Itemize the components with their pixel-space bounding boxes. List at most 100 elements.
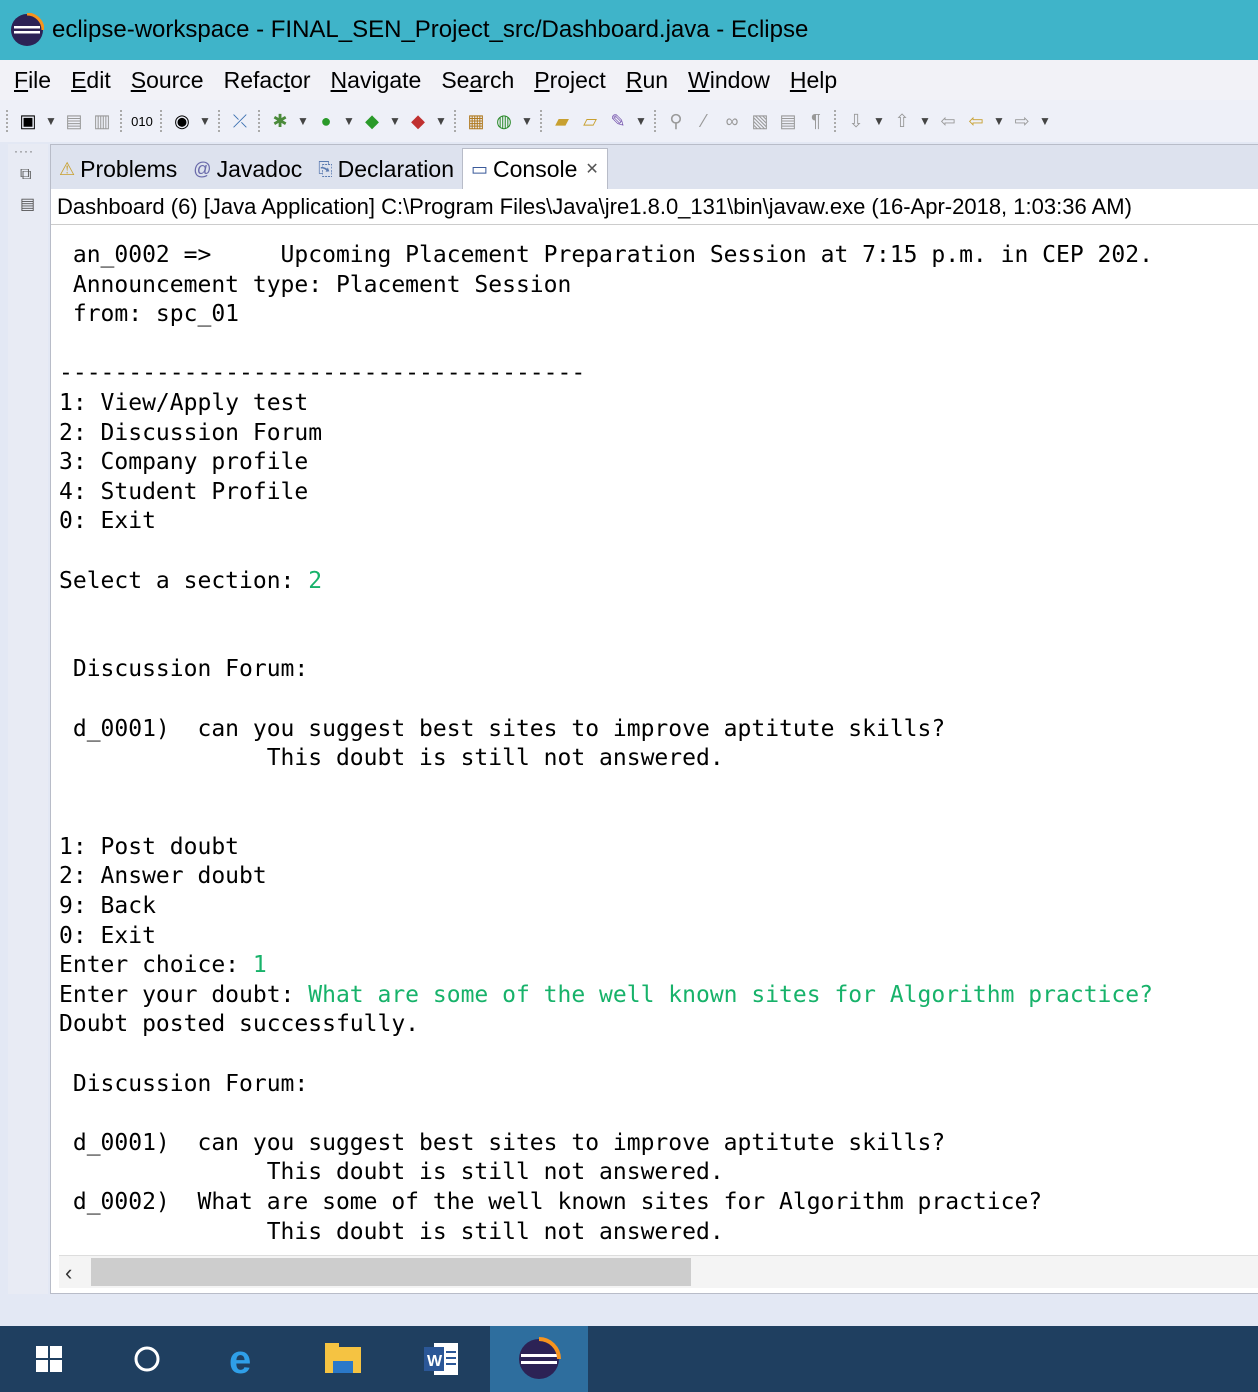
svg-text:e: e: [229, 1339, 251, 1379]
menu-navigate[interactable]: Navigate: [331, 67, 422, 94]
last-edit-location-icon[interactable]: ⇦: [936, 109, 960, 133]
console-line: 1: View/Apply test: [59, 389, 1258, 419]
tab-console[interactable]: ▭ Console ✕: [462, 148, 608, 189]
restore-icon[interactable]: ⧉: [20, 166, 40, 186]
drag-handle-icon[interactable]: ····: [14, 144, 48, 158]
search-button[interactable]: [98, 1326, 196, 1392]
console-line: 4: Student Profile: [59, 478, 1258, 508]
chevron-down-icon[interactable]: ▼: [918, 109, 932, 133]
console-line: --------------------------------------: [59, 359, 1258, 389]
console-text: from: spc_01: [59, 301, 240, 328]
chevron-down-icon[interactable]: ▼: [198, 109, 212, 133]
forward-icon[interactable]: ⇨: [1010, 109, 1034, 133]
declaration-icon: ⎘: [318, 158, 333, 179]
save-icon[interactable]: ▤: [62, 109, 86, 133]
paragraph-icon[interactable]: ¶: [804, 109, 828, 133]
console-line: Discussion Forum:: [59, 655, 1258, 685]
toolbar-separator: [120, 110, 126, 132]
package-explorer-icon[interactable]: ▤: [20, 194, 40, 214]
svg-text:W: W: [427, 1353, 443, 1370]
chevron-down-icon[interactable]: ▼: [434, 109, 448, 133]
scroll-left-icon[interactable]: ‹: [65, 1260, 72, 1286]
menu-run[interactable]: Run: [626, 67, 668, 94]
chevron-down-icon[interactable]: ▼: [1038, 109, 1052, 133]
new-icon[interactable]: ▣: [16, 109, 40, 133]
show-whitespace-icon[interactable]: ▧: [748, 109, 772, 133]
console-view-panel: ⚠ Problems @ Javadoc ⎘ Declaration ▭ Console ✕ D…: [50, 144, 1258, 1294]
debug-icon[interactable]: ✱: [268, 109, 292, 133]
console-output[interactable]: an_0002 => Upcoming Placement Preparatio…: [59, 241, 1258, 1253]
eclipse-taskbar-button[interactable]: [490, 1326, 588, 1392]
tab-declaration[interactable]: ⎘ Declaration: [310, 149, 462, 189]
save-all-icon[interactable]: ▥: [90, 109, 114, 133]
scrollbar-thumb[interactable]: [91, 1258, 691, 1286]
menu-search[interactable]: Search: [441, 67, 514, 94]
file-explorer-button[interactable]: [294, 1326, 392, 1392]
tab-label: Problems: [80, 155, 178, 182]
chevron-down-icon[interactable]: ▼: [44, 109, 58, 133]
console-text: Select a section:: [59, 567, 309, 594]
previous-annotation-icon[interactable]: ⇧: [890, 109, 914, 133]
toggle-block-selection-icon[interactable]: ⁄: [692, 109, 716, 133]
word-wrap-icon[interactable]: ▤: [776, 109, 800, 133]
console-line: Enter choice: 1: [59, 951, 1258, 981]
open-folder-icon[interactable]: ▱: [578, 109, 602, 133]
menu-help[interactable]: Help: [790, 67, 837, 94]
menu-file[interactable]: File: [14, 67, 51, 94]
tab-problems[interactable]: ⚠ Problems: [51, 149, 185, 189]
console-text: Discussion Forum:: [59, 656, 309, 683]
skip-breakpoints-icon[interactable]: ⤫: [228, 109, 252, 133]
word-button[interactable]: W: [392, 1326, 490, 1392]
console-line: d_0001) can you suggest best sites to im…: [59, 715, 1258, 745]
chevron-down-icon[interactable]: ▼: [388, 109, 402, 133]
open-type-icon[interactable]: ▰: [550, 109, 574, 133]
console-line: Discussion Forum:: [59, 1070, 1258, 1100]
console-process-label: Dashboard (6) [Java Application] C:\Prog…: [51, 189, 1258, 225]
console-line: This doubt is still not answered.: [59, 744, 1258, 774]
console-text: 2: Answer doubt: [59, 863, 267, 890]
menu-source[interactable]: Source: [131, 67, 204, 94]
console-text: 9: Back: [59, 893, 156, 920]
chevron-down-icon[interactable]: ▼: [992, 109, 1006, 133]
console-text: Doubt posted successfully.: [59, 1011, 420, 1038]
new-java-package-icon[interactable]: ▦: [464, 109, 488, 133]
profile-icon[interactable]: ◉: [170, 109, 194, 133]
tab-javadoc[interactable]: @ Javadoc: [185, 149, 310, 189]
horizontal-scrollbar[interactable]: ‹: [59, 1255, 1258, 1288]
next-annotation-icon[interactable]: ⇩: [844, 109, 868, 133]
external-tools-icon[interactable]: ◆: [406, 109, 430, 133]
console-line: Enter your doubt: What are some of the w…: [59, 981, 1258, 1011]
toggle-breadcrumb-icon[interactable]: ∞: [720, 109, 744, 133]
console-line: 0: Exit: [59, 507, 1258, 537]
close-icon[interactable]: ✕: [585, 159, 598, 179]
menu-project[interactable]: Project: [534, 67, 606, 94]
back-icon[interactable]: ⇦: [964, 109, 988, 133]
menu-edit[interactable]: Edit: [71, 67, 111, 94]
window-title: eclipse-workspace - FINAL_SEN_Project_sr…: [52, 16, 809, 43]
console-text: This doubt is still not answered.: [59, 745, 724, 772]
menu-bar: File Edit Source Refactor Navigate Search Proj…: [0, 60, 1258, 100]
run-icon[interactable]: ●: [314, 109, 338, 133]
chevron-down-icon[interactable]: ▼: [520, 109, 534, 133]
binary-icon[interactable]: 010: [130, 109, 154, 133]
toolbar-separator: [218, 110, 224, 132]
edge-button[interactable]: e: [196, 1326, 294, 1392]
chevron-down-icon[interactable]: ▼: [872, 109, 886, 133]
title-bar: eclipse-workspace - FINAL_SEN_Project_sr…: [0, 0, 1258, 60]
console-text: 2: Discussion Forum: [59, 419, 323, 446]
start-button[interactable]: [0, 1326, 98, 1392]
console-text: Enter your doubt:: [59, 981, 309, 1008]
chevron-down-icon[interactable]: ▼: [342, 109, 356, 133]
console-text: d_0001) can you suggest best sites to im…: [59, 715, 946, 742]
coverage-icon[interactable]: ◆: [360, 109, 384, 133]
menu-refactor[interactable]: Refactor: [224, 67, 311, 94]
start-icon: [36, 1346, 62, 1372]
menu-window[interactable]: Window: [688, 67, 770, 94]
chevron-down-icon[interactable]: ▼: [296, 109, 310, 133]
new-class-icon[interactable]: ◍: [492, 109, 516, 133]
open-task-icon[interactable]: ✎: [606, 109, 630, 133]
chevron-down-icon[interactable]: ▼: [634, 109, 648, 133]
toggle-mark-occurrences-icon[interactable]: ⚲: [664, 109, 688, 133]
console-text: 4: Student Profile: [59, 478, 309, 505]
